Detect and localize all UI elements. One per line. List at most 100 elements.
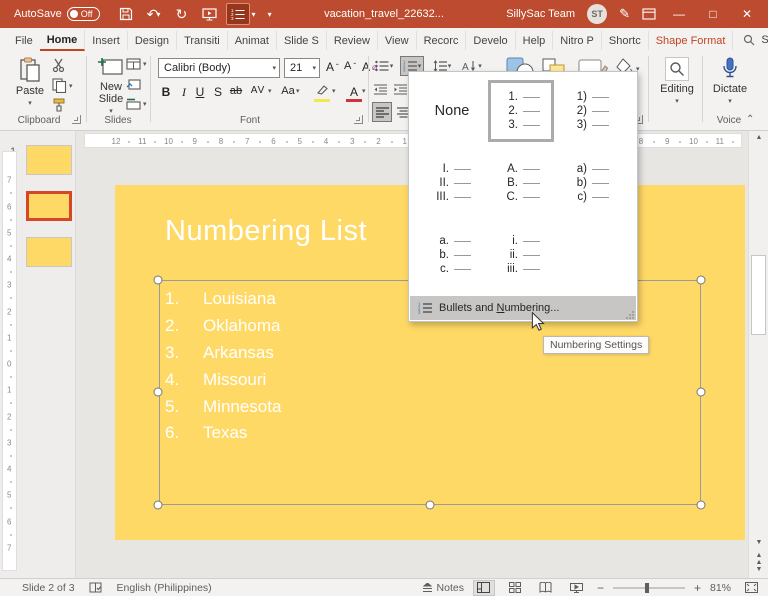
maximize-button[interactable]: □ — [702, 7, 724, 21]
paste-button[interactable]: Paste ▾ — [10, 57, 50, 107]
increase-indent-icon[interactable] — [392, 79, 408, 99]
reading-view-button[interactable] — [535, 580, 557, 596]
search-box[interactable]: Search — [743, 34, 768, 46]
avatar[interactable]: ST — [587, 4, 607, 24]
start-slideshow-icon[interactable] — [198, 3, 222, 25]
tab-design[interactable]: Design — [128, 31, 177, 50]
dictate-button[interactable]: Dictate ▾ — [706, 57, 754, 105]
slide-title[interactable]: Numbering List — [165, 215, 367, 248]
tab-nitro-p[interactable]: Nitro P — [553, 31, 602, 50]
minimize-button[interactable]: — — [668, 7, 690, 21]
highlight-color-button[interactable] — [314, 85, 330, 102]
selection-handle-middle-right[interactable] — [697, 388, 706, 397]
fit-to-window-button[interactable] — [740, 580, 762, 596]
align-left-button[interactable] — [372, 102, 392, 122]
resize-grip-icon[interactable] — [626, 311, 634, 319]
character-spacing-button[interactable]: AV — [250, 85, 266, 96]
thumbnail-preview[interactable] — [26, 145, 72, 175]
reset-slide-icon[interactable] — [126, 78, 141, 91]
font-dialog-launcher-icon[interactable] — [354, 115, 363, 124]
tab-recorc[interactable]: Recorc — [417, 31, 467, 50]
ribbon-display-options-icon[interactable] — [642, 8, 656, 20]
tab-insert[interactable]: Insert — [85, 31, 128, 50]
autosave-switch[interactable]: Off — [67, 7, 100, 21]
zoom-in-button[interactable]: + — [694, 581, 701, 595]
numbering-option-IIIIII[interactable]: I.II.III. — [419, 152, 485, 214]
list-item[interactable]: 2.Oklahoma — [165, 313, 281, 340]
tab-view[interactable]: View — [378, 31, 417, 50]
previous-slide-icon[interactable]: ▲▲ — [749, 552, 768, 566]
pen-mode-icon[interactable]: ✎ — [619, 6, 630, 22]
font-color-button[interactable]: A — [346, 85, 362, 102]
selection-handle-top-right[interactable] — [697, 276, 706, 285]
undo-icon[interactable]: ↶▾ — [142, 3, 166, 25]
bold-button[interactable]: B — [158, 85, 174, 99]
scroll-up-icon[interactable]: ▲ — [749, 134, 768, 141]
slide-numbered-list[interactable]: 1.Louisiana2.Oklahoma3.Arkansas4.Missour… — [165, 286, 281, 447]
notes-icon[interactable]: Notes — [422, 582, 464, 594]
bullets-button[interactable]: ▾ — [372, 56, 396, 76]
decrease-indent-icon[interactable] — [372, 79, 388, 99]
zoom-slider-thumb[interactable] — [645, 583, 649, 593]
character-spacing-caret-icon[interactable]: ▾ — [268, 87, 272, 95]
collapse-ribbon-icon[interactable]: ⌃ — [746, 114, 754, 125]
format-painter-icon[interactable] — [52, 98, 67, 112]
list-item[interactable]: 3.Arkansas — [165, 340, 281, 367]
numbering-option-123[interactable]: 1.2.3. — [488, 80, 554, 142]
numbering-option-123[interactable]: 1)2)3) — [557, 80, 623, 142]
close-button[interactable]: ✕ — [736, 7, 758, 21]
slide-counter[interactable]: Slide 2 of 3 — [22, 582, 75, 594]
list-item[interactable]: 1.Louisiana — [165, 286, 281, 313]
zoom-level[interactable]: 81% — [710, 582, 731, 594]
normal-view-button[interactable] — [473, 580, 495, 596]
account-name[interactable]: SillySac Team — [506, 8, 575, 20]
cut-icon[interactable] — [52, 58, 67, 72]
numbering-option-abc[interactable]: a)b)c) — [557, 152, 623, 214]
tab-develo[interactable]: Develo — [466, 31, 515, 50]
redo-icon[interactable]: ↻ — [170, 3, 194, 25]
tab-slide-s[interactable]: Slide S — [277, 31, 327, 50]
selection-handle-bottom-left[interactable] — [154, 501, 163, 510]
numbering-qat-icon[interactable]: 123 — [226, 3, 250, 25]
next-slide-icon[interactable]: ▼ — [749, 566, 768, 573]
autosave-toggle[interactable]: AutoSave Off — [14, 7, 100, 21]
strikethrough-button[interactable]: ab — [228, 85, 244, 97]
editing-button[interactable]: Editing ▾ — [655, 57, 699, 105]
font-name-select[interactable]: Calibri (Body)▾ — [158, 58, 280, 78]
numbering-option-abc[interactable]: a.b.c. — [419, 224, 485, 286]
tab-review[interactable]: Review — [327, 31, 378, 50]
tab-help[interactable]: Help — [516, 31, 554, 50]
numbering-option-iiiiii[interactable]: i.ii.iii. — [488, 224, 554, 286]
thumbnail-preview[interactable] — [26, 191, 72, 221]
thumbnail-preview[interactable] — [26, 237, 72, 267]
save-icon[interactable] — [114, 3, 138, 25]
slide-sorter-view-button[interactable] — [504, 580, 526, 596]
selection-handle-middle-left[interactable] — [154, 388, 163, 397]
selection-handle-bottom-right[interactable] — [697, 501, 706, 510]
text-shadow-button[interactable]: S — [210, 85, 226, 99]
grow-font-icon[interactable]: Aˆ — [326, 60, 339, 74]
layout-icon[interactable]: ▾ — [126, 58, 147, 70]
tab-transiti[interactable]: Transiti — [177, 31, 228, 50]
highlight-caret-icon[interactable]: ▾ — [332, 87, 336, 95]
list-item[interactable]: 6.Texas — [165, 420, 281, 447]
bullets-and-numbering-menu-item[interactable]: 123 Bullets and Numbering... — [410, 296, 636, 320]
tab-shape-format[interactable]: Shape Format — [649, 31, 734, 50]
list-item[interactable]: 5.Minnesota — [165, 393, 281, 420]
section-icon[interactable]: ▾ — [126, 98, 147, 110]
vertical-scrollbar[interactable]: ▲ ▼ ▲▲ ▼ — [748, 131, 768, 578]
spell-check-icon[interactable] — [89, 582, 103, 594]
tab-shortc[interactable]: Shortc — [602, 31, 649, 50]
tab-home[interactable]: Home — [40, 30, 86, 51]
new-slide-button[interactable]: New Slide ▾ — [92, 57, 130, 115]
list-item[interactable]: 4.Missouri — [165, 366, 281, 393]
selection-handle-bottom-center[interactable] — [426, 501, 435, 510]
selection-handle-top-left[interactable] — [154, 276, 163, 285]
scroll-down-icon[interactable]: ▼ — [749, 539, 768, 546]
numbering-option-ABC[interactable]: A.B.C. — [488, 152, 554, 214]
change-case-caret-icon[interactable]: ▾ — [296, 87, 300, 95]
scrollbar-thumb[interactable] — [751, 255, 766, 335]
numbering-qat-caret-icon[interactable]: ▾ — [252, 10, 256, 19]
zoom-slider[interactable] — [613, 587, 685, 589]
language-status[interactable]: English (Philippines) — [117, 582, 212, 594]
